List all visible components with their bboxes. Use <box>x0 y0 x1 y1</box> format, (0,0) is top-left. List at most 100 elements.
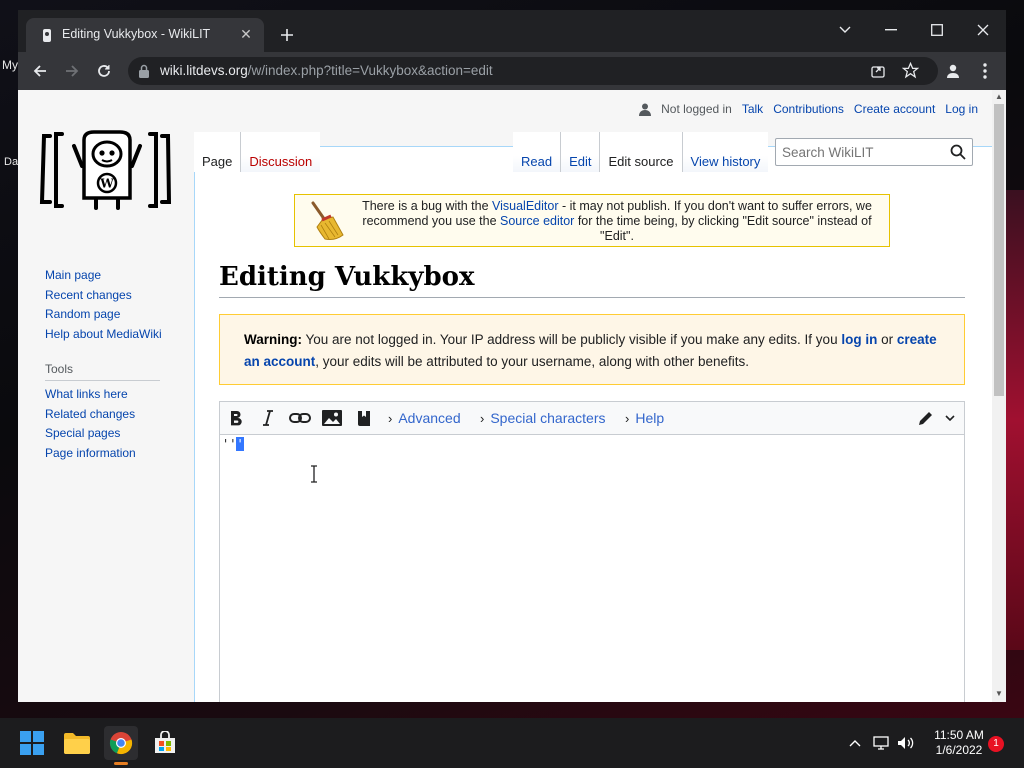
sidebar-item-help[interactable]: Help about MediaWiki <box>45 327 162 347</box>
maximize-icon <box>931 24 943 36</box>
taskbar: 11:50 AM 1/6/2022 1 <box>0 718 1024 768</box>
editor-switch-dropdown[interactable] <box>938 407 962 429</box>
italic-button[interactable] <box>256 407 280 429</box>
plus-icon <box>281 29 293 41</box>
chrome-taskbar-button[interactable] <box>104 726 138 760</box>
italic-icon <box>263 410 273 426</box>
log-in-warning-link[interactable]: log in <box>841 332 877 347</box>
sidebar-item-random-page[interactable]: Random page <box>45 307 162 327</box>
file-explorer-button[interactable] <box>60 726 94 760</box>
url-text: wiki.litdevs.org/w/index.php?title=Vukky… <box>160 63 493 78</box>
tab-discussion[interactable]: Discussion <box>240 132 321 172</box>
text-selection: ' <box>236 437 244 451</box>
namespace-tabs: Page Discussion <box>194 132 321 172</box>
desktop-icon-label[interactable]: Da <box>4 156 18 168</box>
broom-icon <box>307 201 345 241</box>
tab-read[interactable]: Read <box>513 132 561 172</box>
back-button[interactable] <box>29 60 51 82</box>
lock-icon[interactable] <box>138 64 152 78</box>
chevron-right-icon: › <box>388 411 393 426</box>
sidebar-item-recent-changes[interactable]: Recent changes <box>45 288 162 308</box>
not-logged-in-label: Not logged in <box>661 102 732 116</box>
image-button[interactable] <box>320 407 344 429</box>
sidebar-item-special-pages[interactable]: Special pages <box>45 426 162 446</box>
chevron-down-icon <box>839 26 851 33</box>
share-icon[interactable] <box>870 63 886 82</box>
arrow-left-icon <box>33 65 46 77</box>
bookmark-star-icon[interactable] <box>901 61 920 82</box>
site-notice: There is a bug with the VisualEditor - i… <box>294 194 890 247</box>
site-logo[interactable]: W <box>38 126 174 210</box>
browser-tab-active[interactable]: Editing Vukkybox - WikiLIT ✕ <box>26 18 264 52</box>
page-scrollbar[interactable]: ▲ ▼ <box>992 90 1006 702</box>
sidebar: Main page Recent changes Random page Hel… <box>45 268 162 465</box>
menu-button[interactable] <box>974 60 996 82</box>
warning-label: Warning: <box>244 332 302 347</box>
start-button[interactable] <box>15 726 49 760</box>
special-characters-menu[interactable]: › Special characters <box>480 410 606 426</box>
link-icon <box>289 413 311 423</box>
chevron-right-icon: › <box>480 411 485 426</box>
new-tab-button[interactable] <box>276 24 298 46</box>
help-menu[interactable]: › Help <box>625 410 664 426</box>
tab-edit-source[interactable]: Edit source <box>599 132 682 172</box>
sidebar-item-related-changes[interactable]: Related changes <box>45 407 162 427</box>
talk-link[interactable]: Talk <box>742 102 763 116</box>
visualeditor-link[interactable]: VisualEditor <box>492 199 558 213</box>
tab-page[interactable]: Page <box>194 132 241 172</box>
chevron-up-icon[interactable] <box>846 735 864 751</box>
personal-tools: Not logged in Talk Contributions Create … <box>639 102 978 116</box>
search-icon[interactable] <box>950 144 966 160</box>
reload-icon <box>98 65 110 77</box>
desktop-icon-label[interactable]: My <box>2 58 18 72</box>
text-cursor-icon <box>309 465 319 483</box>
tab-view-history[interactable]: View history <box>681 132 769 172</box>
editor-switch-button[interactable] <box>914 407 938 429</box>
tab-edit[interactable]: Edit <box>560 132 600 172</box>
sidebar-item-what-links-here[interactable]: What links here <box>45 387 162 407</box>
sidebar-item-page-information[interactable]: Page information <box>45 446 162 466</box>
wikitext-textarea[interactable]: ''' <box>222 437 244 451</box>
source-editor-link[interactable]: Source editor <box>500 214 574 228</box>
maximize-button[interactable] <box>914 16 960 44</box>
link-button[interactable] <box>288 407 312 429</box>
forward-button[interactable] <box>61 60 83 82</box>
browser-toolbar: wiki.litdevs.org/w/index.php?title=Vukky… <box>18 52 1006 90</box>
view-tabs: Read Edit Edit source View history <box>513 132 769 172</box>
wiki-favicon-icon <box>40 28 54 42</box>
bold-icon <box>231 411 242 426</box>
contributions-link[interactable]: Contributions <box>773 102 844 116</box>
scroll-thumb[interactable] <box>994 104 1004 396</box>
scroll-up-icon[interactable]: ▲ <box>995 93 1003 101</box>
notification-badge[interactable]: 1 <box>988 736 1004 752</box>
profile-button[interactable] <box>942 60 964 82</box>
address-bar[interactable]: wiki.litdevs.org/w/index.php?title=Vukky… <box>128 57 938 85</box>
create-account-link[interactable]: Create account <box>854 102 935 116</box>
clock-date: 1/6/2022 <box>935 743 983 757</box>
tab-search-button[interactable] <box>822 16 868 44</box>
system-clock[interactable]: 11:50 AM 1/6/2022 <box>930 728 988 758</box>
store-button[interactable] <box>148 726 182 760</box>
active-app-indicator <box>114 762 128 765</box>
advanced-menu[interactable]: › Advanced <box>388 410 461 426</box>
log-in-link[interactable]: Log in <box>945 102 978 116</box>
scroll-down-icon[interactable]: ▼ <box>995 690 1003 698</box>
search-input[interactable] <box>782 143 942 161</box>
site-notice-text: There is a bug with the VisualEditor - i… <box>362 199 872 243</box>
wikitext-editor: › Advanced › Special characters › Help ''' <box>219 401 965 702</box>
sidebar-tools-heading: Tools <box>45 362 160 381</box>
reference-button[interactable] <box>352 407 376 429</box>
minimize-icon <box>885 29 897 31</box>
network-icon[interactable] <box>873 735 891 751</box>
browser-titlebar: Editing Vukkybox - WikiLIT ✕ <box>18 10 1006 52</box>
volume-icon[interactable] <box>897 735 915 751</box>
folder-icon <box>64 733 90 754</box>
reload-button[interactable] <box>93 60 115 82</box>
chrome-icon <box>109 732 133 755</box>
close-window-button[interactable] <box>960 16 1006 44</box>
bold-button[interactable] <box>224 407 248 429</box>
chevron-down-icon <box>945 415 955 421</box>
minimize-button[interactable] <box>868 16 914 44</box>
tab-close-icon[interactable]: ✕ <box>238 26 254 42</box>
sidebar-item-main-page[interactable]: Main page <box>45 268 162 288</box>
